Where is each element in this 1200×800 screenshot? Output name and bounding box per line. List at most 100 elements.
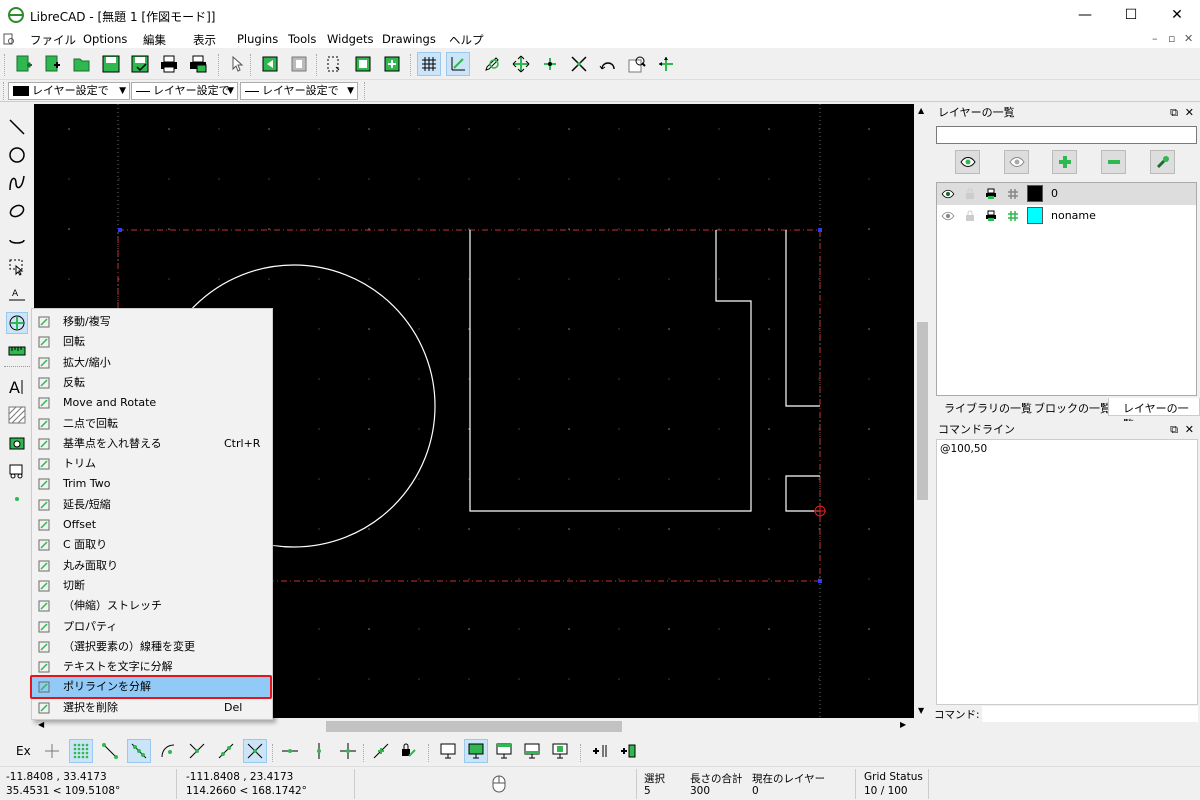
- menu-item-revert-direction[interactable]: 基準点を入れ替える Ctrl+R: [32, 434, 272, 454]
- cut-button[interactable]: [287, 52, 311, 76]
- tab-layers[interactable]: レイヤーの一覧: [1108, 398, 1200, 431]
- relative-zero-button[interactable]: [369, 739, 393, 763]
- measure-tool-button[interactable]: [6, 340, 28, 362]
- menu-tools[interactable]: Tools: [288, 32, 316, 46]
- document-icon[interactable]: [3, 33, 15, 45]
- toolbar-grip[interactable]: [363, 744, 366, 762]
- menu-drawings[interactable]: Drawings: [382, 32, 436, 46]
- toolbar-grip[interactable]: [272, 744, 275, 762]
- menu-item-move-copy[interactable]: 移動/複写: [32, 312, 272, 332]
- menu-file[interactable]: ファイル: [30, 32, 76, 48]
- scroll-right-icon[interactable]: ▶: [900, 720, 906, 729]
- lock-relative-zero-button[interactable]: [396, 739, 420, 763]
- scroll-down-icon[interactable]: ▼: [918, 706, 924, 715]
- restrict-orthogonal-button[interactable]: [336, 739, 360, 763]
- zoom-out-button[interactable]: [538, 52, 562, 76]
- menu-item-attributes[interactable]: （選択要素の）線種を変更: [32, 637, 272, 657]
- save-as-button[interactable]: [128, 52, 152, 76]
- menu-item-lengthen[interactable]: 延長/短縮: [32, 495, 272, 515]
- construction-grid-icon[interactable]: [1007, 188, 1019, 200]
- menu-options[interactable]: Options: [83, 32, 127, 46]
- layer-row[interactable]: 0: [937, 183, 1196, 205]
- layer-search-input[interactable]: [936, 126, 1197, 144]
- construction-grid-icon[interactable]: [1007, 210, 1019, 222]
- hide-all-layers-button[interactable]: [1004, 150, 1029, 174]
- menu-item-stretch[interactable]: （伸縮）ストレッチ: [32, 596, 272, 616]
- polyline-tool-button[interactable]: [6, 228, 28, 250]
- horizontal-scrollbar[interactable]: ◀ ▶: [34, 718, 914, 735]
- layer-color-swatch[interactable]: [1027, 185, 1043, 202]
- zoom-previous-button[interactable]: [596, 52, 620, 76]
- float-panel-icon[interactable]: ⧉: [1170, 421, 1178, 439]
- toolbar-grip[interactable]: [218, 54, 221, 76]
- command-input[interactable]: [982, 706, 1198, 722]
- maximize-button[interactable]: ☐: [1108, 0, 1154, 30]
- menu-view[interactable]: 表示: [193, 32, 216, 48]
- insert-before-button[interactable]: [588, 739, 612, 763]
- print-button[interactable]: [157, 52, 181, 76]
- snap-distance-button[interactable]: [214, 739, 238, 763]
- menu-item-trim[interactable]: トリム: [32, 454, 272, 474]
- menu-item-trim-two[interactable]: Trim Two: [32, 474, 272, 494]
- menu-item-round[interactable]: 丸み面取り: [32, 556, 272, 576]
- eye-icon[interactable]: [941, 211, 955, 221]
- snap-intersection-button[interactable]: [243, 739, 267, 763]
- circle-tool-button[interactable]: [6, 144, 28, 166]
- restrict-vertical-button[interactable]: [307, 739, 331, 763]
- draft-mode-button[interactable]: [446, 52, 470, 76]
- insert-after-button[interactable]: [616, 739, 640, 763]
- menu-item-properties[interactable]: プロパティ: [32, 617, 272, 637]
- zoom-auto-button[interactable]: [567, 52, 591, 76]
- eye-icon[interactable]: [941, 189, 955, 199]
- float-panel-icon[interactable]: ⧉: [1170, 104, 1178, 122]
- menu-edit[interactable]: 編集: [143, 32, 166, 48]
- handle-point[interactable]: [818, 579, 822, 583]
- layer-row[interactable]: noname: [937, 205, 1196, 227]
- remove-layer-button[interactable]: [1101, 150, 1126, 174]
- copy-button[interactable]: [258, 52, 282, 76]
- view-option-4-button[interactable]: [520, 739, 544, 763]
- open-file-button[interactable]: [70, 52, 94, 76]
- close-button[interactable]: ✕: [1154, 0, 1200, 30]
- snap-middle-button[interactable]: [185, 739, 209, 763]
- scroll-up-icon[interactable]: ▲: [918, 106, 924, 115]
- handle-point[interactable]: [818, 228, 822, 232]
- layer-color-swatch[interactable]: [1027, 207, 1043, 224]
- pen-color-combo[interactable]: レイヤー設定で ▼: [8, 82, 130, 100]
- menu-item-delete-selection[interactable]: 選択を削除 Del: [32, 698, 272, 718]
- toolbar-grip[interactable]: [4, 54, 7, 76]
- menu-item-rotate[interactable]: 回転: [32, 332, 272, 352]
- new-file-button[interactable]: [12, 52, 36, 76]
- printer-icon[interactable]: [985, 210, 997, 222]
- exclusive-snap-label[interactable]: Ex: [16, 744, 31, 758]
- print-preview-button[interactable]: [186, 52, 210, 76]
- minimize-button[interactable]: —: [1062, 0, 1108, 30]
- menu-item-bevel[interactable]: C 面取り: [32, 535, 272, 555]
- snap-on-entity-button[interactable]: [127, 739, 151, 763]
- vertical-scroll-thumb[interactable]: [917, 322, 928, 500]
- show-all-layers-button[interactable]: [955, 150, 980, 174]
- menu-item-offset[interactable]: Offset: [32, 515, 272, 535]
- lock-icon[interactable]: [964, 210, 976, 222]
- zoom-window-button[interactable]: [625, 52, 649, 76]
- toolbar-grip[interactable]: [410, 54, 413, 76]
- horizontal-scroll-thumb[interactable]: [326, 721, 622, 732]
- edit-layer-button[interactable]: [1150, 150, 1175, 174]
- snap-center-button[interactable]: [156, 739, 180, 763]
- view-option-5-button[interactable]: [548, 739, 572, 763]
- point-tool-button[interactable]: [6, 488, 28, 510]
- dimension-text-tool-button[interactable]: A: [6, 284, 28, 306]
- view-option-1-button[interactable]: [436, 739, 460, 763]
- toolbar-grip[interactable]: [250, 54, 253, 76]
- pen-type-combo[interactable]: レイヤー設定で ▼: [240, 82, 358, 100]
- toolbar-grip[interactable]: [364, 82, 367, 100]
- select-pointer-button[interactable]: [225, 52, 249, 76]
- view-option-2-button[interactable]: [464, 739, 488, 763]
- mdi-restore-button[interactable]: ▫: [1168, 32, 1175, 45]
- menu-plugins[interactable]: Plugins: [237, 32, 278, 46]
- zoom-in-button[interactable]: [509, 52, 533, 76]
- modify-tool-button[interactable]: [6, 312, 28, 334]
- toolbar-grip[interactable]: [580, 744, 583, 762]
- view-option-3-button[interactable]: [492, 739, 516, 763]
- new-template-button[interactable]: [41, 52, 65, 76]
